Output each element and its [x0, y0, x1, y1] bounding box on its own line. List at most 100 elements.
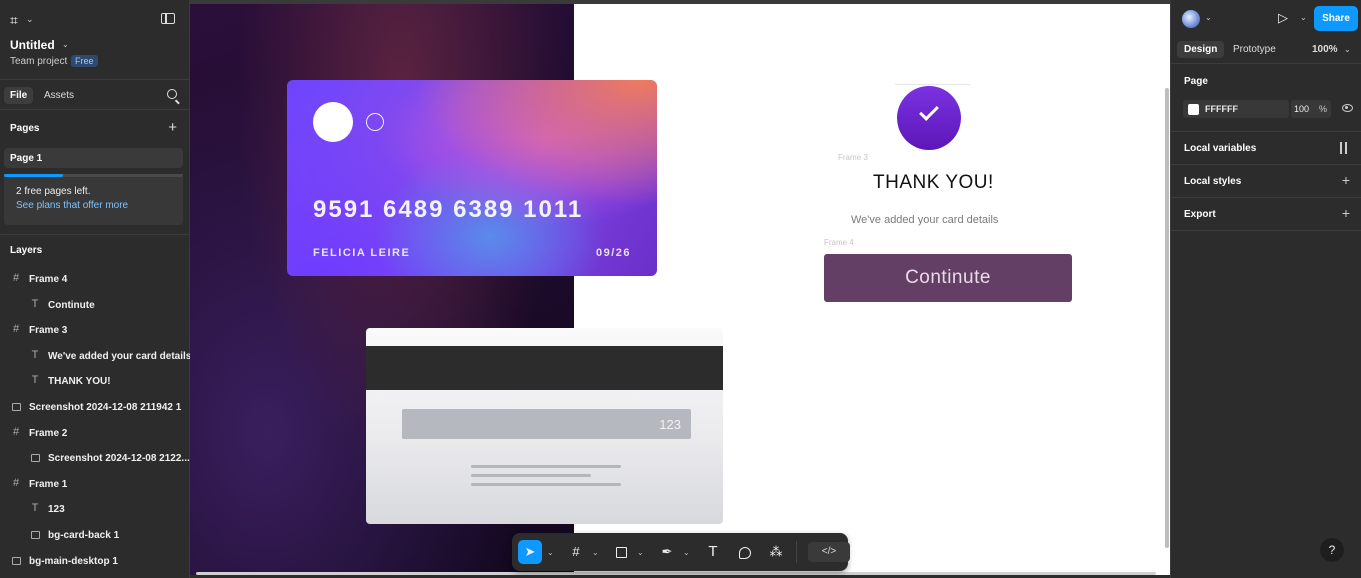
document-title[interactable]: Untitled — [10, 38, 55, 52]
layer-label: Screenshot 2024-12-08 2122... — [48, 453, 190, 465]
page-section-title: Page — [1184, 76, 1208, 87]
card-back[interactable]: 123 — [366, 328, 723, 524]
card-number: 9591 6489 6389 1011 — [313, 196, 584, 223]
rectangle-tool-icon[interactable] — [609, 540, 633, 564]
frame-outline — [895, 84, 970, 85]
chevron-down-icon[interactable]: ⌄ — [1300, 13, 1307, 22]
layer-label: Frame 4 — [29, 274, 68, 285]
free-pages-text: 2 free pages left. — [16, 186, 91, 197]
chevron-down-icon[interactable]: ⌄ — [1344, 45, 1351, 54]
frame-3-label[interactable]: Frame 3 — [838, 153, 868, 162]
text-icon: T — [31, 502, 39, 515]
local-variables-section[interactable]: Local variables — [1171, 132, 1361, 165]
image-icon — [29, 451, 41, 465]
card-logo-circle-small — [366, 113, 384, 131]
zoom-level[interactable]: 100% — [1312, 44, 1338, 55]
thank-you-heading[interactable]: THANK YOU! — [873, 172, 994, 194]
design-tabs: Design Prototype 100% ⌄ — [1171, 36, 1361, 64]
text-icon: T — [31, 348, 39, 361]
card-front[interactable]: 9591 6489 6389 1011 FELICIA LEIRE 09/26 — [287, 80, 657, 276]
user-avatar[interactable] — [1182, 10, 1200, 28]
signature-strip: 123 — [402, 409, 691, 439]
figma-logo-icon[interactable]: ⌗ — [10, 12, 18, 29]
visibility-eye-icon[interactable] — [1342, 104, 1353, 112]
chevron-down-icon[interactable]: ⌄ — [26, 14, 34, 25]
chevron-down-icon[interactable]: ⌄ — [683, 548, 690, 557]
add-export-icon[interactable]: + — [1342, 205, 1350, 221]
chevron-down-icon[interactable]: ⌄ — [62, 40, 69, 49]
layer-item[interactable]: # Frame 1 — [0, 475, 190, 495]
bottom-toolbar: ➤ ⌄ # ⌄ ⌄ ✒ ⌄ T ⁂ </> — [512, 533, 850, 571]
image-icon — [10, 400, 22, 414]
horizontal-scrollbar[interactable] — [196, 572, 1156, 575]
layer-item[interactable]: bg-card-back 1 — [0, 526, 190, 546]
image-icon — [10, 554, 22, 568]
canvas[interactable]: 9591 6489 6389 1011 FELICIA LEIRE 09/26 … — [190, 4, 1170, 575]
frame-icon: # — [12, 476, 20, 489]
layer-item[interactable]: # Frame 2 — [0, 424, 190, 444]
pen-tool-icon[interactable]: ✒ — [655, 540, 679, 564]
local-variables-label: Local variables — [1184, 143, 1257, 154]
layer-item[interactable]: T 123 — [0, 500, 190, 520]
layer-label: Frame 3 — [29, 325, 68, 337]
chevron-down-icon[interactable]: ⌄ — [547, 548, 554, 557]
layer-label: Frame 2 — [29, 427, 68, 439]
chevron-down-icon[interactable]: ⌄ — [637, 548, 644, 557]
success-check-icon[interactable] — [897, 86, 961, 150]
page-color-field[interactable]: FFFFFF — [1183, 100, 1289, 118]
layer-label: Frame 1 — [29, 478, 68, 490]
percent-unit: % — [1318, 104, 1327, 114]
actions-tool-icon[interactable]: ⁂ — [764, 540, 788, 564]
continue-button[interactable]: Continute — [824, 254, 1072, 302]
export-section[interactable]: Export + — [1171, 198, 1361, 231]
card-added-text[interactable]: We've added your card details — [851, 214, 998, 226]
move-tool-icon[interactable]: ➤ — [518, 540, 542, 564]
sidebar-toggle-icon[interactable] — [161, 13, 175, 24]
present-play-icon[interactable]: ▷ — [1278, 10, 1288, 26]
layer-label: bg-main-desktop 1 — [29, 555, 118, 567]
add-style-icon[interactable]: + — [1342, 172, 1350, 188]
comment-tool-icon[interactable] — [733, 540, 757, 564]
team-project-label: Team project — [10, 56, 68, 67]
chevron-down-icon[interactable]: ⌄ — [1205, 13, 1212, 22]
layer-item[interactable]: # Frame 3 — [0, 321, 190, 341]
tab-design[interactable]: Design — [1177, 41, 1225, 58]
layer-item[interactable]: bg-main-desktop 1 — [0, 552, 190, 572]
cardholder-name: FELICIA LEIRE — [313, 247, 411, 259]
frame-tool-icon[interactable]: # — [564, 540, 588, 564]
frame-icon: # — [12, 323, 20, 336]
page-opacity-field[interactable]: 100 % — [1291, 100, 1331, 118]
dev-mode-toggle-icon[interactable]: </> — [808, 542, 850, 562]
layer-label: THANK YOU! — [48, 376, 111, 388]
add-page-icon[interactable]: + — [168, 119, 177, 136]
share-button[interactable]: Share — [1314, 6, 1358, 31]
see-plans-link[interactable]: See plans that offer more — [16, 200, 128, 211]
text-tool-icon[interactable]: T — [701, 540, 725, 564]
variables-sliders-icon[interactable] — [1338, 142, 1348, 154]
layer-item[interactable]: # Frame 4 — [0, 270, 190, 290]
page-item-page-1[interactable]: Page 1 — [4, 148, 183, 168]
color-swatch[interactable] — [1188, 104, 1199, 115]
image-icon — [29, 528, 41, 542]
tab-file[interactable]: File — [4, 87, 34, 104]
search-icon[interactable] — [167, 89, 177, 99]
chevron-down-icon[interactable]: ⌄ — [592, 548, 599, 557]
tab-prototype[interactable]: Prototype — [1233, 44, 1276, 55]
layer-item[interactable]: T Continute — [0, 296, 190, 316]
checkmark-icon — [919, 101, 939, 121]
page-opacity-value[interactable]: 100 — [1294, 104, 1309, 114]
layer-label: bg-card-back 1 — [48, 530, 120, 541]
layer-item[interactable]: T THANK YOU! — [0, 372, 190, 392]
frame-icon: # — [12, 272, 20, 284]
layer-item[interactable]: T We've added your card details — [0, 347, 190, 367]
layer-item[interactable]: Screenshot 2024-12-08 211942 1 — [0, 398, 190, 418]
help-button[interactable]: ? — [1320, 538, 1344, 562]
layer-label: Screenshot 2024-12-08 211942 1 — [29, 402, 182, 413]
tab-assets[interactable]: Assets — [44, 90, 74, 101]
frame-4-label[interactable]: Frame 4 — [824, 238, 854, 247]
layer-label: We've added your card details — [48, 350, 190, 362]
layer-item[interactable]: Screenshot 2024-12-08 2122... — [0, 449, 190, 469]
vertical-scrollbar[interactable] — [1165, 88, 1169, 548]
local-styles-section[interactable]: Local styles + — [1171, 165, 1361, 198]
page-color-value[interactable]: FFFFFF — [1205, 104, 1238, 114]
